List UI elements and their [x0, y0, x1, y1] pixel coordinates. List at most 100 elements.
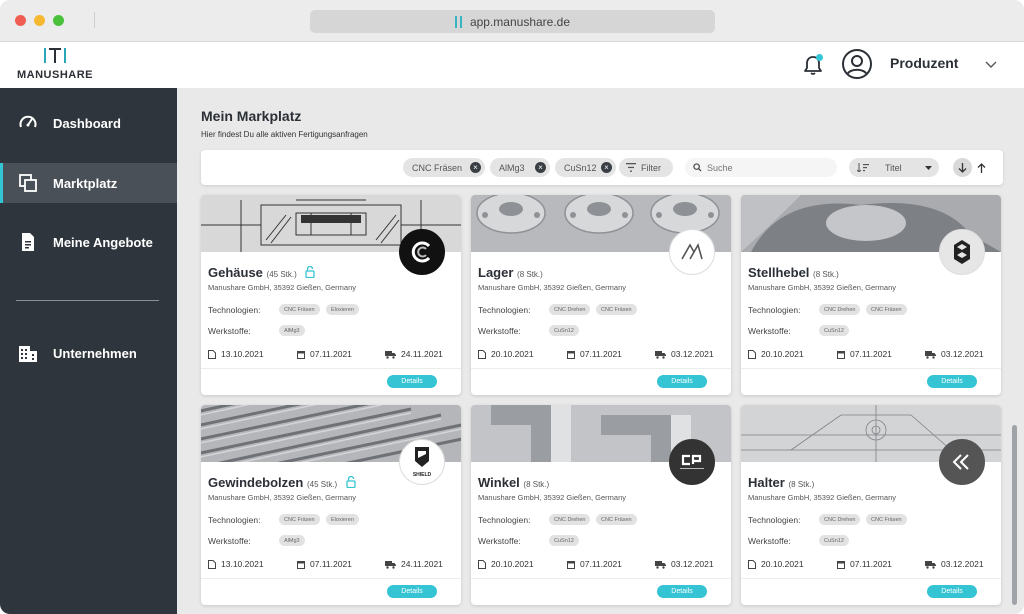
chevrons-logo-icon — [952, 454, 969, 470]
date-created: 20.10.2021 — [478, 559, 534, 569]
materials-label: Werkstoffe: — [478, 326, 521, 336]
company-logo — [669, 439, 715, 485]
request-card[interactable]: Gehäuse (45 Stk.) Manushare GmbH, 35392 … — [201, 195, 461, 395]
technologies-label: Technologien: — [208, 515, 261, 525]
part-quantity: (45 Stk.) — [306, 480, 338, 489]
sidebar-item-marktplatz[interactable]: Marktplatz — [0, 163, 177, 203]
company-address: Manushare GmbH, 35392 Gießen, Germany — [748, 493, 896, 502]
filter-chip-cnc-fraesen[interactable]: CNC Fräsen × — [403, 158, 485, 177]
close-window-button[interactable] — [15, 15, 26, 26]
top-header: MANUSHARE Produzent — [0, 42, 1024, 88]
sort-ascending-button[interactable] — [974, 158, 989, 177]
main-scrollbar[interactable] — [1012, 425, 1017, 605]
details-button[interactable]: Details — [387, 375, 437, 388]
sidebar-item-label: Marktplatz — [53, 175, 118, 191]
arrow-up-icon — [977, 162, 986, 173]
part-name: Stellhebel — [748, 265, 810, 280]
maximize-window-button[interactable] — [53, 15, 64, 26]
technology-tag: Eloxieren — [326, 514, 359, 525]
close-icon[interactable]: × — [470, 162, 481, 173]
lock-open-icon — [305, 266, 316, 278]
technology-tag: CNC Fräsen — [596, 304, 637, 315]
address-bar[interactable]: app.manushare.de — [310, 10, 715, 33]
calendar-icon — [837, 350, 845, 359]
user-role-label[interactable]: Produzent — [890, 55, 958, 71]
close-icon[interactable]: × — [535, 162, 546, 173]
date-deadline: 07.11.2021 — [567, 349, 622, 359]
date-row: 20.10.2021 07.11.2021 03.12.2021 — [748, 349, 994, 361]
document-icon — [748, 349, 756, 359]
notification-badge — [816, 54, 823, 61]
site-favicon-icon — [454, 15, 462, 28]
truck-icon — [385, 560, 396, 569]
truck-icon — [925, 560, 936, 569]
calendar-icon — [837, 560, 845, 569]
date-created: 20.10.2021 — [478, 349, 534, 359]
date-deadline: 07.11.2021 — [837, 559, 892, 569]
notifications-button[interactable] — [803, 54, 823, 76]
sort-descending-button[interactable] — [953, 158, 972, 177]
request-card[interactable]: Halter (8 Stk.) Manushare GmbH, 35392 Gi… — [741, 405, 1001, 605]
details-button[interactable]: Details — [927, 585, 977, 598]
brand-logo[interactable]: MANUSHARE — [15, 46, 95, 81]
document-icon — [22, 233, 34, 251]
details-button[interactable]: Details — [657, 585, 707, 598]
browser-chrome: app.manushare.de — [0, 0, 1024, 42]
url-text: app.manushare.de — [469, 14, 571, 29]
card-divider — [201, 368, 461, 369]
company-logo — [939, 229, 985, 275]
search-input[interactable] — [685, 158, 837, 177]
date-delivery: 24.11.2021 — [385, 349, 443, 359]
card-title: Stellhebel (8 Stk.) — [748, 265, 839, 280]
sidebar-item-unternehmen[interactable]: Unternehmen — [0, 333, 177, 373]
minimize-window-button[interactable] — [34, 15, 45, 26]
chevron-down-icon[interactable] — [984, 57, 998, 71]
sidebar-item-dashboard[interactable]: Dashboard — [0, 103, 177, 143]
details-button[interactable]: Details — [387, 585, 437, 598]
filter-chip-cusn12[interactable]: CuSn12 × — [555, 158, 616, 177]
filter-button[interactable]: Filter — [619, 158, 673, 177]
brand-name: MANUSHARE — [17, 69, 93, 81]
sort-direction-toggle — [953, 158, 989, 177]
card-title: Gehäuse (45 Stk.) — [208, 265, 316, 280]
close-icon[interactable]: × — [601, 162, 612, 173]
document-icon — [208, 559, 216, 569]
truck-icon — [385, 350, 396, 359]
technology-tag: CNC Drehen — [819, 304, 861, 315]
material-tag: AlMg3 — [279, 535, 305, 546]
part-quantity: (8 Stk.) — [517, 270, 543, 279]
technology-tag: CNC Fräsen — [279, 304, 320, 315]
sort-order-icon — [857, 163, 869, 172]
technologies-label: Technologien: — [478, 515, 531, 525]
card-title: Lager (8 Stk.) — [478, 265, 543, 280]
document-icon — [748, 559, 756, 569]
search-icon — [693, 163, 702, 172]
hex-logo-icon — [954, 240, 970, 264]
speedometer-icon — [19, 115, 37, 128]
request-card[interactable]: SHIELD Gewindebolzen (45 Stk.) Manushare… — [201, 405, 461, 605]
page-subtitle: Hier findest Du alle aktiven Fertigungsa… — [201, 130, 368, 139]
calendar-icon — [567, 350, 575, 359]
request-card[interactable]: Lager (8 Stk.) Manushare GmbH, 35392 Gie… — [471, 195, 731, 395]
date-created: 20.10.2021 — [748, 349, 804, 359]
technology-tag: CNC Fräsen — [596, 514, 637, 525]
technology-tag: Eloxieren — [326, 304, 359, 315]
company-address: Manushare GmbH, 35392 Gießen, Germany — [208, 493, 356, 502]
card-title: Gewindebolzen (45 Stk.) — [208, 475, 356, 490]
sidebar-item-meine-angebote[interactable]: Meine Angebote — [0, 222, 177, 262]
date-deadline: 07.11.2021 — [567, 559, 622, 569]
main-content: Mein Markplatz Hier findest Du alle akti… — [177, 88, 1024, 614]
details-button[interactable]: Details — [927, 375, 977, 388]
shield-logo-icon: SHIELD — [413, 447, 432, 478]
card-divider — [741, 368, 1001, 369]
details-button[interactable]: Details — [657, 375, 707, 388]
request-card[interactable]: Winkel (8 Stk.) Manushare GmbH, 35392 Gi… — [471, 405, 731, 605]
technologies-label: Technologien: — [748, 515, 801, 525]
filter-lines-icon — [626, 163, 636, 172]
technologies-label: Technologien: — [748, 305, 801, 315]
sort-select[interactable]: Titel — [849, 158, 939, 177]
request-card[interactable]: Stellhebel (8 Stk.) Manushare GmbH, 3539… — [741, 195, 1001, 395]
user-avatar[interactable] — [842, 49, 872, 79]
filter-chip-almg3[interactable]: AlMg3 × — [490, 158, 550, 177]
company-address: Manushare GmbH, 35392 Gießen, Germany — [478, 283, 626, 292]
